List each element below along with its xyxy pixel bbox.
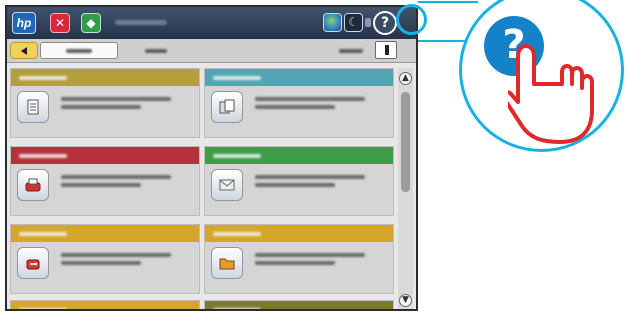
tile-title-blurred [19, 76, 67, 80]
printer-control-panel: hp ✕ ◆ ☾ ? ▲ ▼ [5, 5, 418, 311]
tile-desc-blurred [61, 97, 171, 101]
tile-title-blurred [19, 154, 67, 158]
address-field[interactable] [40, 42, 118, 59]
scroll-up-button[interactable]: ▲ [399, 72, 412, 85]
tile-desc-blurred [61, 105, 141, 109]
tile-title-blurred [213, 76, 261, 80]
tile-desc-blurred [255, 175, 365, 179]
folder-icon [211, 247, 243, 279]
help-button[interactable]: ? [373, 11, 397, 35]
tile-header [205, 225, 393, 242]
tile-header [205, 301, 393, 309]
field-text-blurred [66, 49, 92, 53]
tile-header [11, 69, 199, 86]
globe-icon[interactable] [323, 13, 342, 32]
tile-header [11, 147, 199, 164]
tile-desc-blurred [255, 97, 365, 101]
tile-title-blurred [213, 154, 261, 158]
tile-header [11, 301, 199, 309]
app-grid [10, 68, 396, 309]
scrollbar[interactable]: ▲ ▼ [398, 68, 413, 309]
tile-header [205, 147, 393, 164]
tile-desc-blurred [61, 175, 171, 179]
tile-desc-blurred [255, 261, 335, 265]
sub-bar [7, 39, 416, 63]
email-icon [211, 169, 243, 201]
tile-title-blurred [213, 232, 261, 236]
fax-icon [17, 169, 49, 201]
tile-title-blurred [19, 308, 67, 309]
sleep-icon[interactable]: ☾ [344, 13, 363, 32]
stop-button[interactable]: ✕ [50, 13, 70, 33]
app-tile-save-to-device-memory[interactable] [10, 300, 200, 309]
pointing-hand-icon [508, 44, 594, 144]
screen-title-blurred [115, 20, 167, 25]
sign-in-button[interactable] [375, 41, 397, 59]
start-button[interactable]: ◆ [81, 13, 101, 33]
tile-desc-blurred [61, 253, 171, 257]
app-tile-copy[interactable] [204, 68, 394, 138]
document-icon [17, 91, 49, 123]
app-tile-retrieve-from-device-memory[interactable] [204, 300, 394, 309]
app-tile-save-to-job[interactable] [10, 68, 200, 138]
callout-line-top [418, 1, 478, 3]
app-tile-fax[interactable] [10, 146, 200, 216]
subbar-label-blurred [145, 49, 167, 53]
status-indicator [365, 18, 371, 27]
copy-icon [211, 91, 243, 123]
tile-desc-blurred [61, 261, 141, 265]
top-bar: hp ✕ ◆ ☾ ? [7, 7, 416, 39]
tile-title-blurred [19, 232, 67, 236]
subbar-right-label-blurred [339, 49, 363, 53]
app-tile-save-to-usb[interactable] [10, 224, 200, 294]
app-tile-email[interactable] [204, 146, 394, 216]
hp-logo: hp [12, 12, 36, 34]
tile-header [205, 69, 393, 86]
scroll-thumb[interactable] [401, 92, 410, 192]
back-arrow-icon [21, 47, 27, 55]
tile-desc-blurred [255, 105, 335, 109]
tile-title-blurred [213, 308, 261, 309]
scroll-down-button[interactable]: ▼ [399, 294, 412, 307]
tile-desc-blurred [61, 183, 141, 187]
tile-desc-blurred [255, 183, 335, 187]
tile-header [11, 225, 199, 242]
back-button[interactable] [10, 42, 38, 59]
tile-desc-blurred [255, 253, 365, 257]
usb-icon [17, 247, 49, 279]
help-highlight-ring [396, 4, 427, 35]
app-tile-save-to-network-folder[interactable] [204, 224, 394, 294]
